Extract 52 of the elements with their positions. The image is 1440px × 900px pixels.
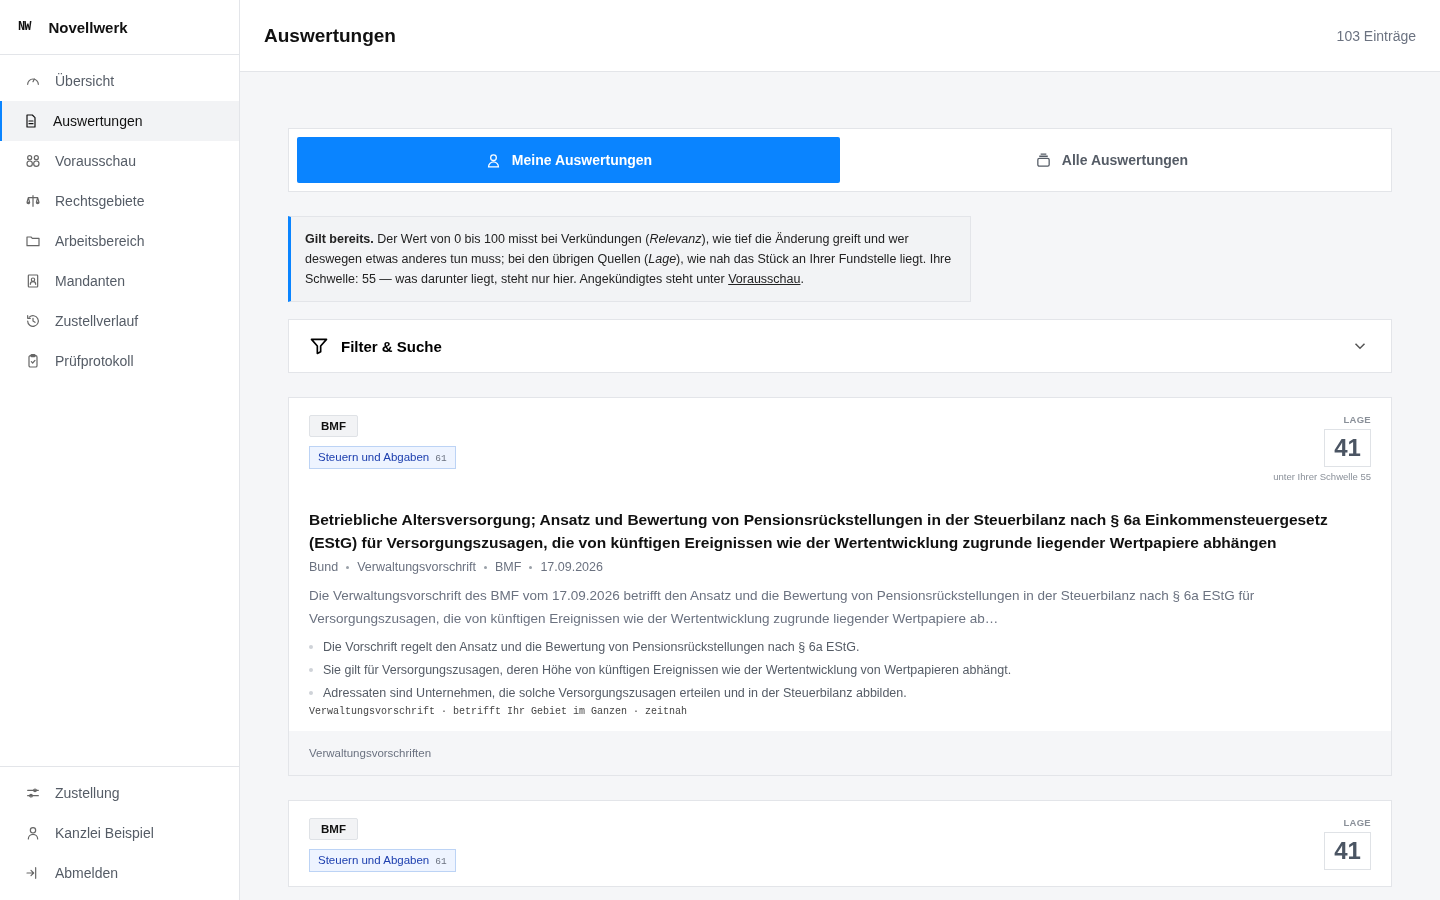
- classification-text: Verwaltungsvorschrift · betrifft Ihr Gebiet im Ganzen · zeitnah: [309, 706, 689, 717]
- nav-item[interactable]: Kanzlei Beispiel: [0, 813, 239, 853]
- bullet-icon: [309, 645, 313, 649]
- filter-icon: [309, 336, 329, 356]
- scale-icon: [25, 193, 41, 209]
- nav-item[interactable]: Prüfprotokoll: [0, 341, 239, 381]
- topic-tag: Steuern und Abgaben 61: [309, 446, 456, 469]
- topic-tag: Steuern und Abgaben 61: [309, 849, 456, 872]
- score-value: 41: [1324, 429, 1371, 467]
- meta-item: Verwaltungsvorschrift: [357, 560, 476, 574]
- meta-item: Bund: [309, 560, 339, 574]
- logo-mark: NW: [18, 20, 31, 34]
- brand-name: Novellwerk: [48, 18, 128, 36]
- nav-item[interactable]: Zustellung: [0, 773, 239, 813]
- nav-item[interactable]: Auswertungen: [0, 101, 239, 141]
- score-value: 41: [1324, 832, 1371, 870]
- info-text: Gilt bereits. Der Wert von 0 bis 100 misst bei Verkündungen (Relevanz), wie tief die Änderung greift und wer deswegen etwas anderes tun muss; bei den übrigen Quellen (Lage), wie nah das Stück an Ihrer Fundstelle liegt. Ihre Schwelle: 55 — was darunter liegt, steht nur hier. Angekündigtes steht unter Vorausschau.: [305, 231, 953, 288]
- nav-item[interactable]: Vorausschau: [0, 141, 239, 181]
- grid-icon: [25, 153, 41, 169]
- bullet-text: Die Vorschrift regelt den Ansatz und die Bewertung von Pensionsrückstellungen nach § 6a EStG.: [323, 639, 860, 656]
- meta-item: BMF: [495, 560, 522, 574]
- meta-item: 17.09.2026: [540, 560, 603, 574]
- bullet-text: Adressaten sind Unternehmen, die solche Versorgungszusagen erteilen und in der Steuerbilanz abbilden.: [323, 685, 907, 702]
- card-footer: Verwaltungsvorschriften: [289, 731, 1391, 775]
- nav-item[interactable]: Übersicht: [0, 61, 239, 101]
- stack-icon: [1034, 151, 1052, 169]
- doc-icon: [23, 113, 39, 129]
- contact-icon: [25, 273, 41, 289]
- tab[interactable]: Meine Auswertungen: [297, 137, 840, 183]
- history-icon: [25, 313, 41, 329]
- bullet-text: Sie gilt für Versorgungszusagen, deren Höhe von künftigen Ereignissen wie der Wertentwicklung von Wertpapieren abhängt.: [323, 662, 1012, 679]
- tab[interactable]: Alle Auswertungen: [840, 137, 1383, 183]
- user-icon: [25, 825, 41, 841]
- score-label: LAGE: [1343, 817, 1371, 828]
- folder-icon: [25, 233, 41, 249]
- result-summary: Die Verwaltungsvorschrift des BMF vom 17.09.2026 betrifft den Ansatz und die Bewertung von Pensionsrückstellungen in der Steuerbilanz nach § 6a EStG für Versorgungszusagen, die von künftigen Ereignissen wie der Wertentwicklung zugrunde liegender Wertpapiere ab…: [309, 587, 1256, 628]
- nav-item[interactable]: Arbeitsbereich: [0, 221, 239, 261]
- entry-count: 103 Einträge: [1336, 27, 1416, 44]
- source-badge: BMF: [309, 415, 358, 437]
- bullet-icon: [309, 668, 313, 672]
- nav-item[interactable]: Zustellverlauf: [0, 301, 239, 341]
- page-title: Auswertungen: [264, 24, 396, 47]
- filter-panel-header[interactable]: Filter & Suche: [288, 319, 1392, 373]
- source-badge: BMF: [309, 818, 358, 840]
- score-label: LAGE: [1343, 414, 1371, 425]
- clipboard-icon: [25, 353, 41, 369]
- score-note: unter Ihrer Schwelle 55: [1273, 471, 1371, 482]
- result-title: Betriebliche Altersversorgung; Ansatz und Bewertung von Pensionsrückstellungen in der Steuerbilanz nach § 6a Einkommensteuergesetz (EStG) für Versorgungszusagen, die von künftigen Ereignissen wie der Wertentwicklung zugrunde liegender Wertpapiere abhängen: [309, 510, 1329, 553]
- nav-item[interactable]: Mandanten: [0, 261, 239, 301]
- bullet-icon: [309, 691, 313, 695]
- nav-item[interactable]: Rechtsgebiete: [0, 181, 239, 221]
- nav-item[interactable]: Abmelden: [0, 853, 239, 893]
